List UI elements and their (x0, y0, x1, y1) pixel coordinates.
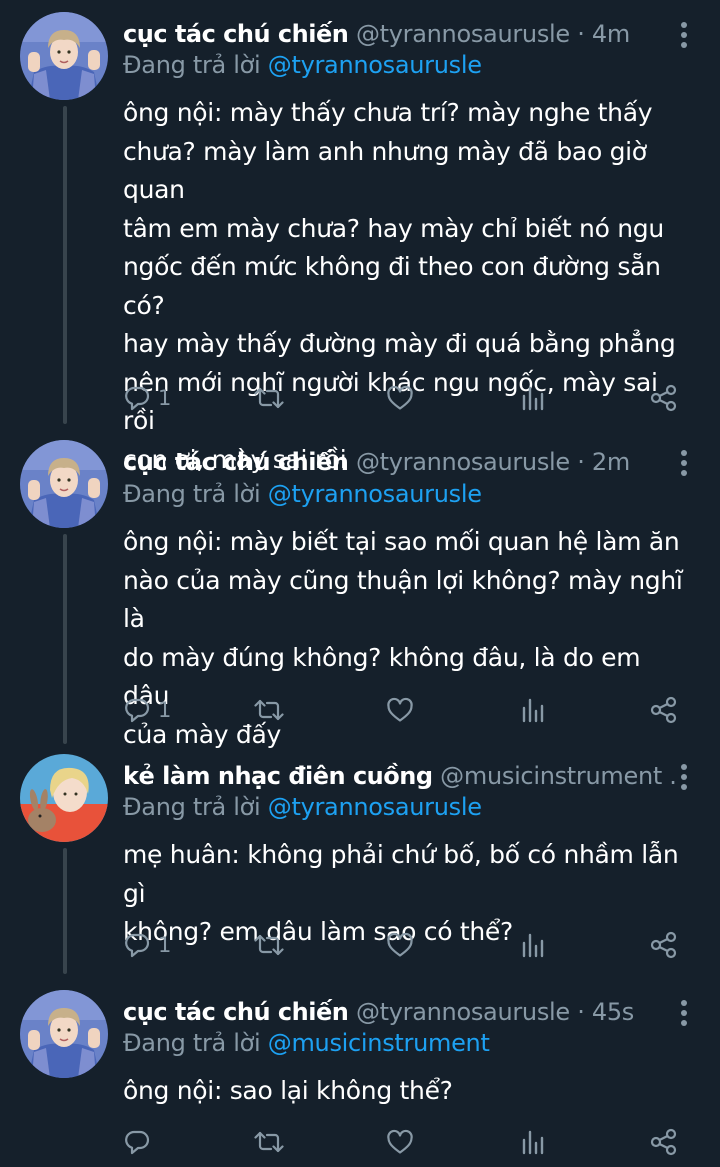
more-icon[interactable] (676, 762, 692, 792)
text-line: ông nội: mày biết tại sao mối quan hệ là… (123, 527, 680, 556)
text-line: nào của mày cũng thuận lợi không? mày ng… (123, 565, 683, 634)
mention-link[interactable]: @tyrannosaurusle (268, 480, 482, 508)
mention-link[interactable]: @musicinstrument (268, 1029, 490, 1057)
display-name[interactable]: kẻ làm nhạc điên cuồng (123, 762, 433, 790)
replying-to: Đang trả lời @tyrannosaurusle (123, 791, 482, 823)
reply-icon (124, 1129, 150, 1155)
action-bar: 1 (0, 690, 720, 730)
tweet[interactable]: cục tác chú chiến @tyrannosaurusle · 4m … (0, 0, 720, 474)
retweet-button[interactable] (254, 925, 284, 965)
retweet-icon (254, 385, 284, 411)
share-button[interactable] (650, 690, 678, 730)
avatar[interactable] (20, 440, 108, 528)
replying-prefix: Đang trả lời (123, 1029, 261, 1057)
tweet[interactable]: cục tác chú chiến @tyrannosaurusle · 45s… (0, 980, 720, 1167)
replying-prefix: Đang trả lời (123, 480, 261, 508)
tweet[interactable]: cục tác chú chiến @tyrannosaurusle · 2m … (0, 428, 720, 749)
reply-icon (124, 385, 150, 411)
reply-button[interactable]: 1 (124, 378, 171, 418)
analytics-button[interactable] (520, 378, 544, 418)
blonde-avatar-image (20, 754, 108, 842)
tweet-text: ông nội: sao lại không thể? (123, 1072, 693, 1111)
text-line: chưa? mày làm anh nhưng mày đã bao giờ q… (123, 136, 647, 205)
analytics-icon (520, 385, 544, 411)
handle-timestamp: @musicinstrument ... (440, 762, 676, 790)
share-button[interactable] (650, 378, 678, 418)
replying-to: Đang trả lời @tyrannosaurusle (123, 49, 482, 81)
mention-link[interactable]: @tyrannosaurusle (268, 793, 482, 821)
handle-timestamp: @tyrannosaurusle · 2m (355, 448, 630, 476)
text-line: tâm em mày chưa? hay mày chỉ biết nó ngu (123, 213, 664, 243)
text-line: hay mày thấy đường mày đi quá bằng phẳng (123, 329, 676, 358)
boy-avatar-image (20, 990, 108, 1078)
like-button[interactable] (386, 925, 414, 965)
share-button[interactable] (650, 925, 678, 965)
more-icon[interactable] (676, 998, 692, 1028)
retweet-button[interactable] (254, 690, 284, 730)
text-line: ngốc đến mức không đi theo con đường sẵn… (123, 252, 661, 320)
like-icon (386, 932, 414, 958)
like-icon (386, 1129, 414, 1155)
tweet[interactable]: kẻ làm nhạc điên cuồng @musicinstrument … (0, 742, 720, 977)
action-bar: 1 (0, 378, 720, 418)
boy-avatar-image (20, 12, 108, 100)
reply-icon (124, 932, 150, 958)
share-button[interactable] (650, 1122, 678, 1162)
reply-icon (124, 697, 150, 723)
more-icon[interactable] (676, 448, 692, 478)
like-button[interactable] (386, 690, 414, 730)
retweet-icon (254, 697, 284, 723)
replying-to: Đang trả lời @musicinstrument (123, 1027, 490, 1059)
more-icon[interactable] (676, 20, 692, 50)
like-icon (386, 385, 414, 411)
text-line: ông nội: mày thấy chưa trí? mày nghe thấ… (123, 98, 653, 127)
retweet-button[interactable] (254, 378, 284, 418)
text-line: ông nội: sao lại không thể? (123, 1076, 453, 1105)
display-name[interactable]: cục tác chú chiến (123, 20, 349, 48)
tweet-header: cục tác chú chiến @tyrannosaurusle · 2m (123, 446, 676, 478)
boy-avatar-image (20, 440, 108, 528)
analytics-button[interactable] (520, 1122, 544, 1162)
reply-count: 1 (158, 698, 172, 722)
share-icon (650, 931, 678, 959)
tweet-header: cục tác chú chiến @tyrannosaurusle · 4m (123, 18, 676, 50)
reply-button[interactable]: 1 (124, 925, 171, 965)
analytics-button[interactable] (520, 690, 544, 730)
tweet-header: kẻ làm nhạc điên cuồng @musicinstrument … (123, 760, 676, 792)
display-name[interactable]: cục tác chú chiến (123, 998, 349, 1026)
share-icon (650, 696, 678, 724)
reply-count: 1 (158, 933, 172, 957)
retweet-button[interactable] (254, 1122, 284, 1162)
analytics-icon (520, 697, 544, 723)
mention-link[interactable]: @tyrannosaurusle (268, 51, 482, 79)
retweet-icon (254, 932, 284, 958)
avatar[interactable] (20, 12, 108, 100)
reply-count: 1 (158, 386, 172, 410)
text-line: mẹ huân: không phải chứ bố, bố có nhầm l… (123, 840, 679, 908)
replying-to: Đang trả lời @tyrannosaurusle (123, 478, 482, 510)
handle-timestamp: @tyrannosaurusle · 45s (355, 998, 635, 1026)
avatar[interactable] (20, 990, 108, 1078)
reply-button[interactable]: 1 (124, 690, 171, 730)
avatar[interactable] (20, 754, 108, 842)
like-button[interactable] (386, 378, 414, 418)
analytics-button[interactable] (520, 925, 544, 965)
analytics-icon (520, 932, 544, 958)
share-icon (650, 1128, 678, 1156)
action-bar: 1 (0, 925, 720, 965)
replying-prefix: Đang trả lời (123, 793, 261, 821)
handle-timestamp: @tyrannosaurusle · 4m (355, 20, 630, 48)
retweet-icon (254, 1129, 284, 1155)
tweet-text: ông nội: mày thấy chưa trí? mày nghe thấ… (123, 94, 693, 479)
analytics-icon (520, 1129, 544, 1155)
like-icon (386, 697, 414, 723)
action-bar (0, 1122, 720, 1162)
replying-prefix: Đang trả lời (123, 51, 261, 79)
share-icon (650, 384, 678, 412)
tweet-header: cục tác chú chiến @tyrannosaurusle · 45s (123, 996, 676, 1028)
display-name[interactable]: cục tác chú chiến (123, 448, 349, 476)
like-button[interactable] (386, 1122, 414, 1162)
reply-button[interactable] (124, 1122, 158, 1162)
